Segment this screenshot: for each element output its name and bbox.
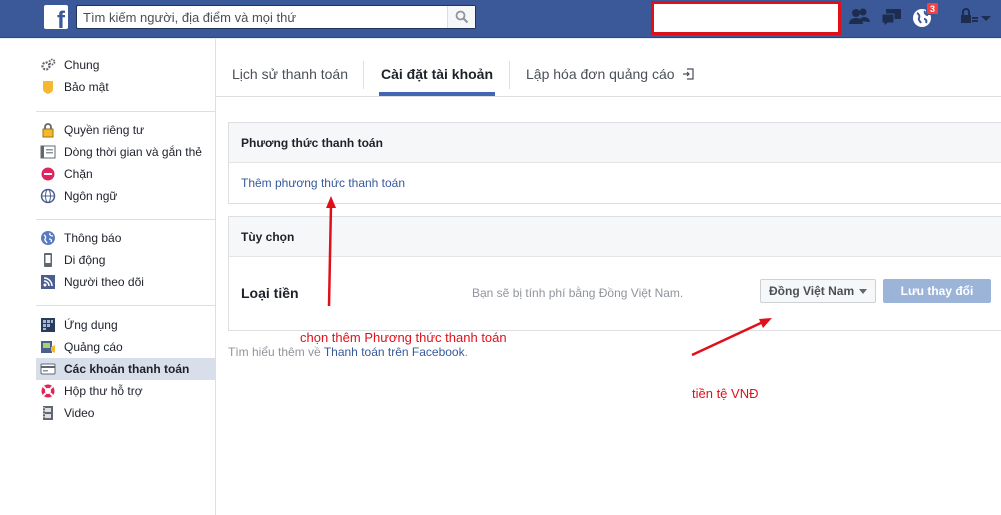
- sidebar-item-security[interactable]: Bảo mật: [36, 76, 216, 98]
- sidebar-item-ads[interactable]: Quảng cáo: [36, 336, 216, 358]
- save-changes-button[interactable]: Lưu thay đổi: [883, 279, 991, 303]
- sidebar-item-timeline-tagging[interactable]: Dòng thời gian và gắn thẻ: [36, 141, 216, 163]
- sidebar-item-label: Người theo dõi: [64, 275, 144, 289]
- timeline-icon: [40, 144, 56, 160]
- sidebar-item-label: Quyền riêng tư: [64, 123, 145, 137]
- sidebar-item-blocking[interactable]: Chặn: [36, 163, 216, 185]
- learn-more-text: Tìm hiểu thêm về Thanh toán trên Faceboo…: [228, 345, 468, 359]
- search-box: [76, 5, 476, 29]
- learn-more-suffix: .: [464, 345, 468, 359]
- sidebar-item-video[interactable]: Video: [36, 402, 216, 424]
- messages-icon[interactable]: [880, 6, 904, 28]
- sidebar-divider: [36, 305, 215, 306]
- film-icon: [40, 405, 56, 421]
- ads-icon: [40, 339, 56, 355]
- facebook-logo[interactable]: f: [44, 5, 68, 33]
- options-panel: Tùy chọn Loại tiền Bạn sẽ bị tính phí bằ…: [228, 216, 1001, 331]
- rss-icon: [40, 274, 56, 290]
- lifebuoy-icon: [40, 383, 56, 399]
- globe-notifications-icon: [40, 230, 56, 246]
- shield-badge-icon: [40, 79, 56, 95]
- payment-methods-title: Phương thức thanh toán: [229, 123, 1001, 163]
- sidebar-item-support-inbox[interactable]: Hộp thư hỗ trợ: [36, 380, 216, 402]
- sidebar-item-label: Bảo mật: [64, 80, 109, 94]
- friend-requests-icon[interactable]: [848, 6, 872, 28]
- sidebar-item-label: Ngôn ngữ: [64, 189, 118, 203]
- currency-select-value: Đồng Việt Nam: [769, 284, 855, 298]
- sidebar-item-label: Ứng dụng: [64, 318, 118, 332]
- chevron-down-icon: [859, 289, 867, 294]
- sidebar-item-label: Hộp thư hỗ trợ: [64, 384, 143, 398]
- notifications-badge: 3: [926, 2, 940, 15]
- sidebar-item-label: Quảng cáo: [64, 340, 123, 354]
- tab-divider: [363, 61, 364, 89]
- redacted-profile-box: [651, 1, 841, 35]
- sidebar-item-label: Dòng thời gian và gắn thẻ: [64, 145, 202, 159]
- currency-label: Loại tiền: [241, 285, 299, 301]
- sidebar-divider: [36, 219, 215, 220]
- account-menu-chevron-icon[interactable]: [978, 6, 994, 28]
- payments-settings-main: Lịch sử thanh toán Cài đặt tài khoản Lập…: [216, 39, 1001, 515]
- tab-divider: [509, 61, 510, 89]
- sidebar-item-privacy[interactable]: Quyền riêng tư: [36, 119, 216, 141]
- external-link-icon: [683, 68, 695, 80]
- settings-sidebar: Chung Bảo mật Quyền riêng tư Dòng thời g…: [0, 39, 216, 515]
- lock-icon: [40, 122, 56, 138]
- sidebar-item-label: Video: [64, 406, 95, 420]
- add-payment-method-link[interactable]: Thêm phương thức thanh toán: [241, 176, 405, 190]
- payments-tabs: Lịch sử thanh toán Cài đặt tài khoản Lập…: [216, 39, 1001, 97]
- tab-account-settings[interactable]: Cài đặt tài khoản: [381, 66, 493, 82]
- search-button[interactable]: [447, 6, 475, 28]
- mobile-icon: [40, 252, 56, 268]
- gears-icon: [40, 57, 56, 73]
- payments-on-facebook-link[interactable]: Thanh toán trên Facebook: [324, 345, 465, 359]
- sidebar-item-label: Thông báo: [64, 231, 122, 245]
- globe-icon: [40, 188, 56, 204]
- search-icon: [455, 10, 469, 24]
- sidebar-item-label: Chặn: [64, 167, 93, 181]
- sidebar-divider: [36, 111, 215, 112]
- sidebar-item-mobile[interactable]: Di động: [36, 249, 216, 271]
- tab-ads-billing[interactable]: Lập hóa đơn quảng cáo: [526, 66, 695, 82]
- annotation-currency: tiền tệ VNĐ: [692, 386, 759, 401]
- tab-ads-billing-label: Lập hóa đơn quảng cáo: [526, 66, 675, 82]
- sidebar-item-general[interactable]: Chung: [36, 54, 216, 76]
- sidebar-item-label: Các khoản thanh toán: [64, 362, 190, 376]
- tab-payment-history[interactable]: Lịch sử thanh toán: [232, 66, 348, 82]
- currency-select[interactable]: Đồng Việt Nam: [760, 279, 876, 303]
- active-tab-indicator: [379, 92, 495, 96]
- top-bar: f 3: [0, 0, 1001, 38]
- sidebar-item-label: Di động: [64, 253, 106, 267]
- sidebar-item-notifications[interactable]: Thông báo: [36, 227, 216, 249]
- annotation-add-payment: chọn thêm Phương thức thanh toán: [300, 330, 507, 345]
- sidebar-item-apps[interactable]: Ứng dụng: [36, 314, 216, 336]
- currency-note: Bạn sẽ bị tính phí bằng Đồng Việt Nam.: [472, 286, 684, 300]
- sidebar-item-payments[interactable]: Các khoản thanh toán: [36, 358, 216, 380]
- sidebar-item-language[interactable]: Ngôn ngữ: [36, 185, 216, 207]
- apps-grid-icon: [40, 317, 56, 333]
- options-title: Tùy chọn: [229, 217, 1001, 257]
- sidebar-item-label: Chung: [64, 58, 100, 72]
- sidebar-item-followers[interactable]: Người theo dõi: [36, 271, 216, 293]
- payment-methods-panel: Phương thức thanh toán Thêm phương thức …: [228, 122, 1001, 204]
- learn-more-prefix: Tìm hiểu thêm về: [228, 345, 321, 359]
- block-icon: [40, 166, 56, 182]
- credit-card-icon: [40, 361, 56, 377]
- search-input[interactable]: [83, 9, 443, 26]
